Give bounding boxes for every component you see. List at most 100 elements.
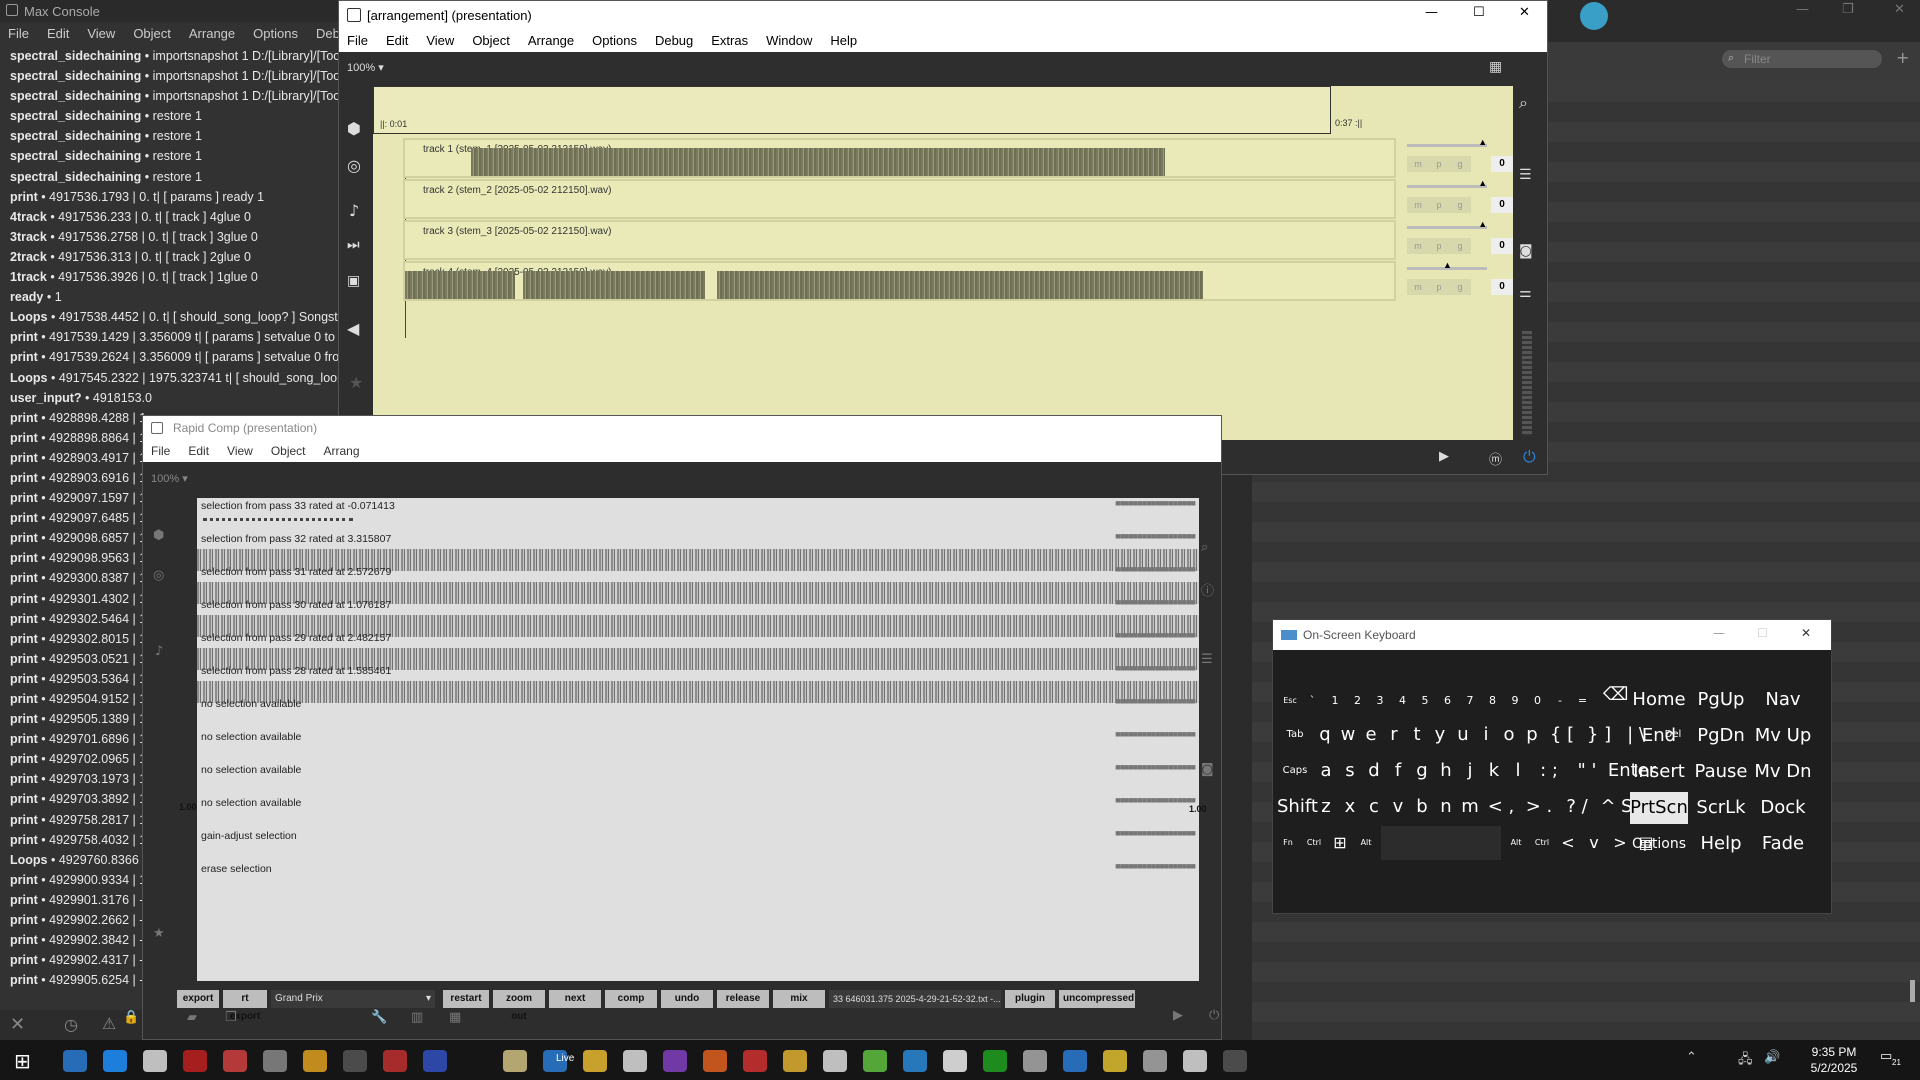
- network-icon[interactable]: 🖧: [1738, 1050, 1753, 1072]
- info-icon[interactable]: ⓘ: [1201, 580, 1214, 599]
- key-m[interactable]: m: [1459, 790, 1481, 824]
- console-line[interactable]: spectral_sidechaining • restore 1: [10, 167, 340, 187]
- key-p[interactable]: p: [1521, 718, 1543, 752]
- minimize-icon[interactable]: —: [1713, 626, 1725, 640]
- key-3[interactable]: 3: [1369, 684, 1391, 718]
- track-m-button[interactable]: m: [1407, 238, 1429, 254]
- console-line[interactable]: spectral_sidechaining • importsnapshot 1…: [10, 66, 340, 86]
- volume-knob[interactable]: ▲: [1478, 178, 1487, 188]
- key-l[interactable]: l: [1507, 754, 1529, 788]
- console-line[interactable]: spectral_sidechaining • importsnapshot 1…: [10, 86, 340, 106]
- mix-button[interactable]: mix: [773, 990, 825, 1008]
- key-8[interactable]: 8: [1482, 684, 1504, 718]
- release-button[interactable]: release: [717, 990, 769, 1008]
- menu-item-file[interactable]: File: [347, 33, 368, 48]
- menu-item-arrang[interactable]: Arrang: [324, 444, 360, 458]
- undo-button[interactable]: undo: [661, 990, 713, 1008]
- key-[interactable]: { [: [1544, 718, 1580, 752]
- volume-knob[interactable]: ▲: [1443, 260, 1452, 270]
- menu-item-view[interactable]: View: [87, 26, 115, 41]
- key-9[interactable]: >: [1609, 826, 1631, 860]
- key-1[interactable]: Ctrl: [1303, 826, 1325, 860]
- speaker-icon[interactable]: ◀: [347, 319, 359, 338]
- clock-icon[interactable]: ◷: [64, 1015, 78, 1034]
- menu-item-window[interactable]: Window: [766, 33, 812, 48]
- close-icon[interactable]: ✕: [1894, 2, 1905, 17]
- arrangement-canvas[interactable]: ||: 0:01 0:37 :|| track 1 (stem_1 [2025-…: [373, 86, 1513, 440]
- plugin-button[interactable]: plugin: [1005, 990, 1055, 1008]
- key-end[interactable]: End: [1630, 720, 1688, 752]
- track-g-button[interactable]: g: [1449, 238, 1471, 254]
- zoom-out-button[interactable]: zoom out: [493, 990, 545, 1022]
- console-line[interactable]: ready • 1: [10, 287, 340, 307]
- piano-icon[interactable]: ▥: [411, 1010, 423, 1025]
- scroll-thumb[interactable]: [1910, 980, 1915, 1002]
- power-icon[interactable]: ⏻: [1209, 1008, 1219, 1023]
- menu-item-options[interactable]: Options: [253, 26, 298, 41]
- rt-export-button[interactable]: rt export: [223, 990, 267, 1022]
- search-icon[interactable]: ⌕: [1519, 93, 1528, 113]
- key-u[interactable]: u: [1452, 718, 1474, 752]
- taskbar-app-19[interactable]: [823, 1050, 847, 1072]
- key-h[interactable]: h: [1435, 754, 1457, 788]
- comment-icon[interactable]: ▰: [187, 1010, 197, 1025]
- taskbar-app-9[interactable]: [423, 1050, 447, 1072]
- key-2[interactable]: ⊞: [1329, 826, 1351, 860]
- key-Esc[interactable]: Esc: [1279, 684, 1301, 718]
- taskbar-app-11[interactable]: [503, 1050, 527, 1072]
- package-icon[interactable]: ⬢: [347, 119, 361, 138]
- close-icon[interactable]: ✕: [1801, 626, 1811, 640]
- key-home[interactable]: Home: [1630, 684, 1688, 716]
- zoom-select[interactable]: 100% ▾: [347, 61, 384, 74]
- track-p-button[interactable]: p: [1428, 197, 1450, 213]
- key-g[interactable]: g: [1411, 754, 1433, 788]
- row-handle[interactable]: ■■■■■■■■■■■■■■■■■■: [1115, 663, 1196, 673]
- grid-icon[interactable]: ▦: [449, 1010, 461, 1025]
- key-mv-up[interactable]: Mv Up: [1754, 720, 1812, 752]
- key-pgdn[interactable]: PgDn: [1692, 720, 1750, 752]
- key-fade[interactable]: Fade: [1754, 828, 1812, 860]
- taskbar-app-1[interactable]: [103, 1050, 127, 1072]
- key-f[interactable]: f: [1387, 754, 1409, 788]
- key-a[interactable]: a: [1315, 754, 1337, 788]
- row-handle[interactable]: ■■■■■■■■■■■■■■■■■■: [1115, 828, 1196, 838]
- key-j[interactable]: j: [1459, 754, 1481, 788]
- menu-item-extras[interactable]: Extras: [711, 33, 748, 48]
- track-m-button[interactable]: m: [1407, 156, 1429, 172]
- key-options[interactable]: Options: [1630, 828, 1688, 860]
- taskbar-app-18[interactable]: [783, 1050, 807, 1072]
- volume-knob[interactable]: ▲: [1478, 219, 1487, 229]
- taskbar-app-29[interactable]: [1223, 1050, 1247, 1072]
- next-button[interactable]: next: [549, 990, 601, 1008]
- menu-item-help[interactable]: Help: [830, 33, 857, 48]
- minimize-icon[interactable]: —: [1425, 5, 1438, 20]
- row-waveform[interactable]: [197, 681, 1199, 703]
- start-icon[interactable]: ⊞: [14, 1049, 31, 1073]
- step-icon[interactable]: ⏭: [347, 237, 360, 253]
- taskbar-app-26[interactable]: [1103, 1050, 1127, 1072]
- key-Tab[interactable]: Tab: [1277, 718, 1313, 752]
- comp-panel[interactable]: 1.00 1.00 selection from pass 33 rated a…: [179, 498, 1207, 981]
- volume-knob[interactable]: ▲: [1478, 137, 1487, 147]
- wrench-icon[interactable]: 🔧: [371, 1010, 387, 1025]
- taskbar-app-13[interactable]: [583, 1050, 607, 1072]
- console-line[interactable]: print • 4917536.1793 | 0. t| [ params ] …: [10, 187, 340, 207]
- key-=[interactable]: =: [1572, 684, 1594, 718]
- minimize-icon[interactable]: —: [1796, 2, 1809, 17]
- target-icon[interactable]: ◎: [347, 156, 361, 175]
- row-handle[interactable]: ■■■■■■■■■■■■■■■■■■: [1115, 861, 1196, 871]
- track-p-button[interactable]: p: [1428, 156, 1450, 172]
- row-handle[interactable]: ■■■■■■■■■■■■■■■■■■: [1115, 696, 1196, 706]
- volume-slider[interactable]: ▲: [1407, 137, 1487, 147]
- warning-icon[interactable]: ⚠: [102, 1014, 116, 1033]
- track-g-button[interactable]: g: [1449, 197, 1471, 213]
- sliders-icon[interactable]: ⚌: [1519, 285, 1532, 301]
- key-r[interactable]: r: [1383, 718, 1405, 752]
- menu-item-file[interactable]: File: [151, 444, 170, 458]
- note-icon[interactable]: ♪: [155, 644, 163, 659]
- key-t[interactable]: t: [1406, 718, 1428, 752]
- taskbar-app-8[interactable]: [383, 1050, 407, 1072]
- key-5[interactable]: Alt: [1505, 826, 1527, 860]
- taskbar-app-3[interactable]: [183, 1050, 207, 1072]
- key-1[interactable]: 1: [1324, 684, 1346, 718]
